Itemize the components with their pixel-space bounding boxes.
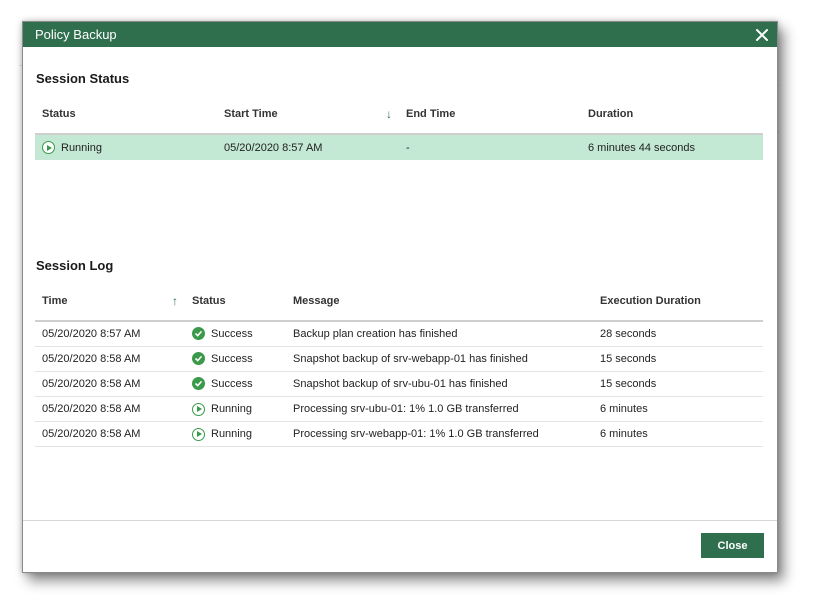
close-icon[interactable] [753, 26, 771, 44]
status-cell: Running [185, 396, 286, 422]
policy-backup-dialog: Policy Backup Session Status Status Star… [22, 21, 778, 573]
table-row[interactable]: 05/20/2020 8:57 AM Success Backup plan c… [35, 321, 763, 347]
success-check-icon [192, 352, 205, 365]
execution-duration-cell: 28 seconds [593, 321, 763, 347]
column-header-status[interactable]: Status [35, 95, 217, 135]
session-status-table: Status Start Time ↓ End Time Duration Ru… [35, 95, 763, 160]
message-cell: Processing srv-webapp-01: 1% 1.0 GB tran… [286, 421, 593, 447]
column-header-message[interactable]: Message [286, 282, 593, 322]
execution-duration-cell: 6 minutes [593, 396, 763, 422]
column-header-end-time[interactable]: End Time [399, 95, 581, 135]
message-cell: Snapshot backup of srv-webapp-01 has fin… [286, 346, 593, 372]
dialog-title: Policy Backup [35, 27, 117, 42]
column-header-execution-duration[interactable]: Execution Duration [593, 282, 763, 322]
running-icon [192, 427, 205, 441]
execution-duration-cell: 15 seconds [593, 346, 763, 372]
table-row[interactable]: 05/20/2020 8:58 AM Running Processing sr… [35, 396, 763, 422]
column-header-duration[interactable]: Duration [581, 95, 763, 135]
status-cell: Running [35, 134, 217, 160]
time-cell: 05/20/2020 8:58 AM [35, 346, 185, 372]
dialog-titlebar: Policy Backup [23, 22, 777, 47]
start-time-cell: 05/20/2020 8:57 AM [217, 134, 399, 160]
execution-duration-cell: 15 seconds [593, 371, 763, 397]
status-cell: Running [185, 421, 286, 447]
time-cell: 05/20/2020 8:58 AM [35, 396, 185, 422]
sort-descending-icon[interactable]: ↓ [386, 107, 392, 121]
time-cell: 05/20/2020 8:57 AM [35, 321, 185, 347]
table-row[interactable]: 05/20/2020 8:58 AM Success Snapshot back… [35, 346, 763, 372]
duration-cell: 6 minutes 44 seconds [581, 134, 763, 160]
running-icon [192, 402, 205, 416]
status-cell: Success [185, 371, 286, 397]
column-header-start-time[interactable]: Start Time ↓ [217, 95, 399, 135]
table-row[interactable]: 05/20/2020 8:58 AM Running Processing sr… [35, 421, 763, 447]
session-status-title: Session Status [36, 71, 130, 86]
message-cell: Snapshot backup of srv-ubu-01 has finish… [286, 371, 593, 397]
table-row[interactable]: Running 05/20/2020 8:57 AM - 6 minutes 4… [35, 134, 763, 160]
success-check-icon [192, 327, 205, 340]
running-icon [42, 141, 55, 154]
close-button[interactable]: Close [701, 533, 764, 558]
status-cell: Success [185, 321, 286, 347]
time-cell: 05/20/2020 8:58 AM [35, 371, 185, 397]
status-cell: Success [185, 346, 286, 372]
session-log-title: Session Log [36, 258, 114, 273]
footer-divider [23, 520, 777, 521]
table-row[interactable]: 05/20/2020 8:58 AM Success Snapshot back… [35, 371, 763, 397]
session-log-table: Time ↑ Status Message Execution Duration… [35, 282, 763, 447]
column-header-time[interactable]: Time ↑ [35, 282, 185, 322]
time-cell: 05/20/2020 8:58 AM [35, 421, 185, 447]
success-check-icon [192, 377, 205, 390]
end-time-cell: - [399, 134, 581, 160]
execution-duration-cell: 6 minutes [593, 421, 763, 447]
message-cell: Backup plan creation has finished [286, 321, 593, 347]
sort-ascending-icon[interactable]: ↑ [172, 294, 178, 308]
column-header-status[interactable]: Status [185, 282, 286, 322]
message-cell: Processing srv-ubu-01: 1% 1.0 GB transfe… [286, 396, 593, 422]
